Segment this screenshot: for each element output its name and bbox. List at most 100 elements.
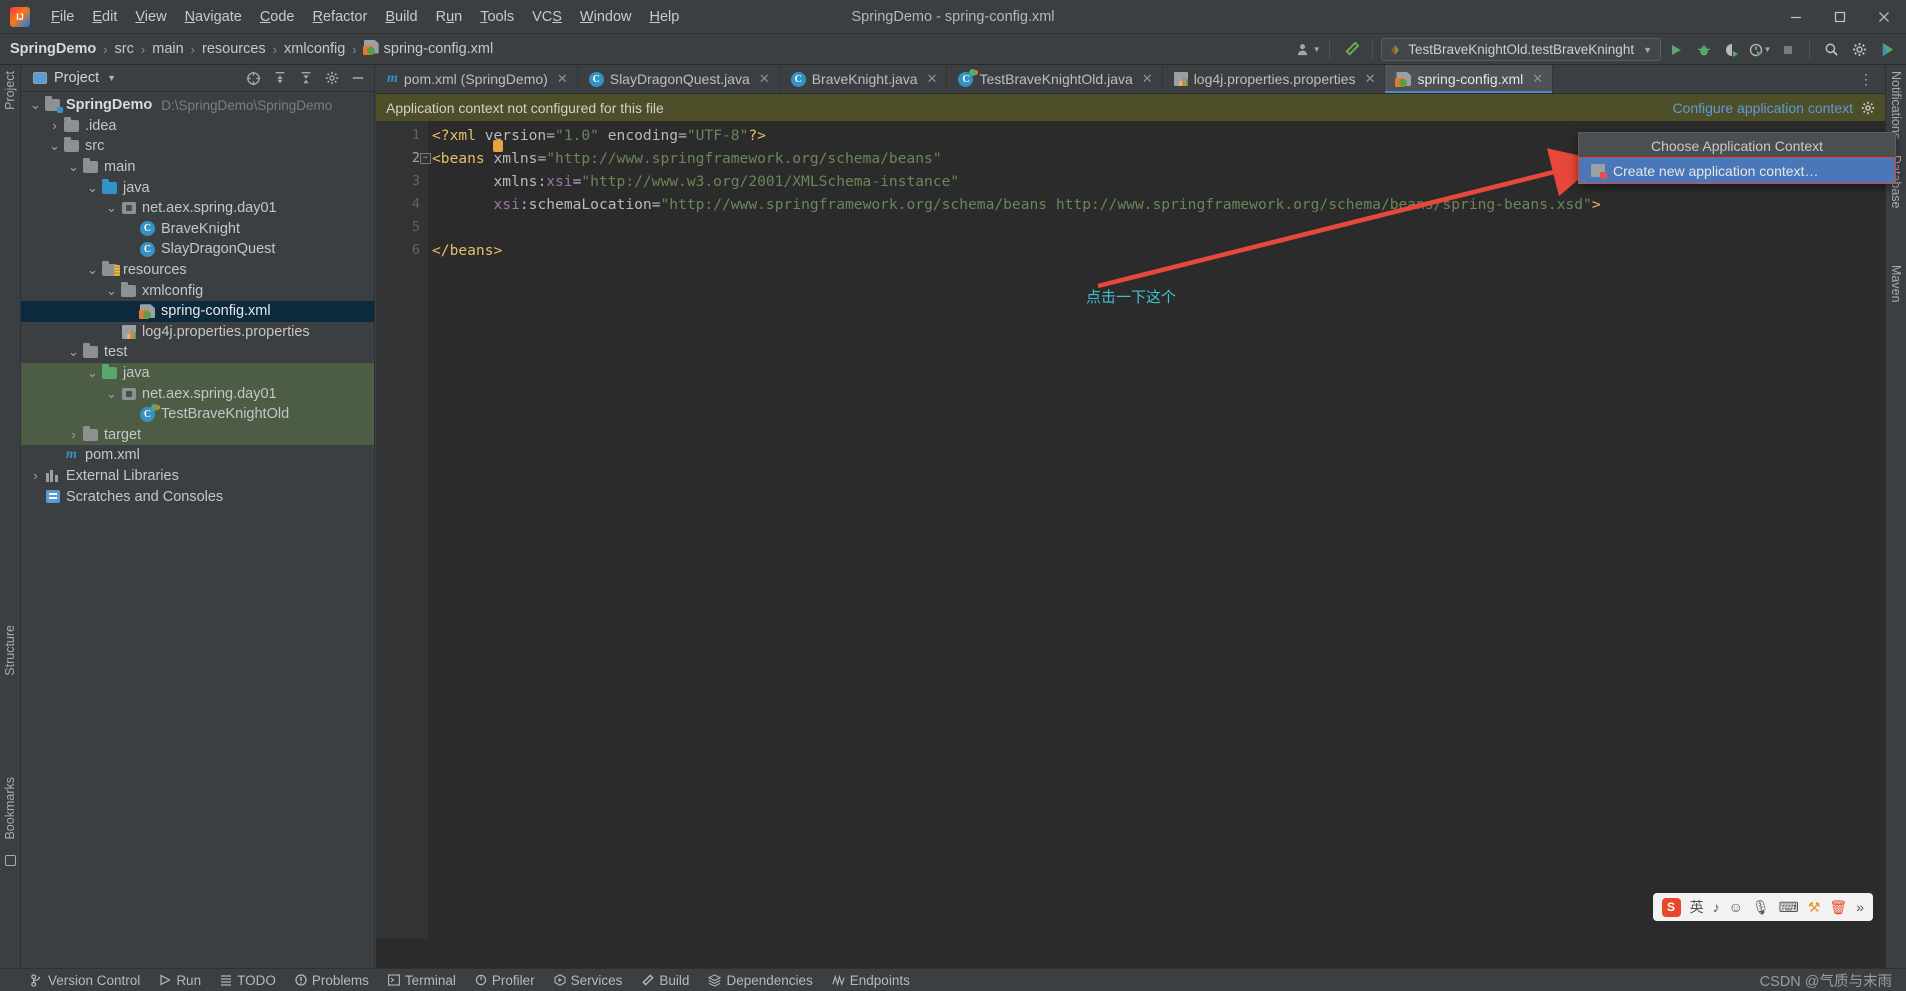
close-tab-icon[interactable]: ✕ xyxy=(759,71,770,87)
chevron-down-icon[interactable]: ⌄ xyxy=(105,201,118,214)
tree-node-external-libraries[interactable]: › External Libraries xyxy=(21,466,374,487)
editor-tab-testbraveknightold-java[interactable]: C TestBraveKnightOld.java ✕ xyxy=(947,65,1163,93)
tree-node-net-aex-spring-day01[interactable]: ⌄ net.aex.spring.day01 xyxy=(21,383,374,404)
application-context-popup[interactable]: Choose Application Context Create new ap… xyxy=(1578,132,1896,184)
menu-view[interactable]: View xyxy=(126,6,175,28)
status-item-terminal[interactable]: Terminal xyxy=(387,973,456,988)
ime-more-icon[interactable]: » xyxy=(1856,899,1864,915)
status-item-problems[interactable]: Problems xyxy=(295,973,369,988)
tree-node-java[interactable]: ⌄ java xyxy=(21,177,374,198)
status-item-todo[interactable]: TODO xyxy=(220,973,276,988)
select-opened-file-icon[interactable] xyxy=(241,66,266,90)
status-item-services[interactable]: Services xyxy=(554,973,622,988)
editor-tab-bar[interactable]: m pom.xml (SpringDemo) ✕ C SlayDragonQuest.j… xyxy=(376,65,1885,94)
menu-edit[interactable]: Edit xyxy=(83,6,126,28)
menu-help[interactable]: Help xyxy=(640,6,688,28)
run-configuration-selector[interactable]: TestBraveKnightOld.testBraveKninght ▼ xyxy=(1381,38,1661,61)
build-hammer-icon[interactable] xyxy=(1338,38,1364,62)
code-fold-icon[interactable]: − xyxy=(420,153,431,164)
settings-gear-icon[interactable] xyxy=(1846,38,1872,62)
rail-item-project[interactable]: Project xyxy=(3,71,17,110)
account-icon[interactable]: ▼ xyxy=(1295,38,1321,62)
hide-panel-icon[interactable] xyxy=(345,66,370,90)
collapse-all-icon[interactable] xyxy=(293,66,318,90)
tree-node-log4j-properties-properties[interactable]: log4j.properties.properties xyxy=(21,322,374,343)
ime-punctuation-icon[interactable]: ♪ xyxy=(1713,899,1720,915)
menu-file[interactable]: File xyxy=(42,6,83,28)
chevron-down-icon[interactable]: ⌄ xyxy=(86,181,99,194)
tree-node-xmlconfig[interactable]: ⌄ xmlconfig xyxy=(21,280,374,301)
breadcrumb-item-xmlconfig[interactable]: xmlconfig xyxy=(284,41,345,57)
breadcrumb-item-resources[interactable]: resources xyxy=(202,41,266,57)
code-line[interactable]: 4 xsi:schemaLocation="http://www.springf… xyxy=(376,193,1885,216)
expand-all-icon[interactable] xyxy=(267,66,292,90)
close-tab-icon[interactable]: ✕ xyxy=(1532,71,1543,87)
updates-icon[interactable] xyxy=(1874,38,1900,62)
tree-node-spring-config-xml[interactable]: spring-config.xml xyxy=(21,300,374,322)
status-item-run[interactable]: Run xyxy=(159,973,201,988)
tree-node-springdemo[interactable]: ⌄ SpringDemo D:\SpringDemo\SpringDemo xyxy=(21,95,374,116)
status-item-dependencies[interactable]: Dependencies xyxy=(708,973,813,988)
ime-language-label[interactable]: 英 xyxy=(1690,897,1704,917)
minimize-button[interactable] xyxy=(1774,0,1818,34)
breadcrumb-item-project[interactable]: SpringDemo xyxy=(10,41,96,57)
code-line[interactable]: 5 xyxy=(376,216,1885,239)
editor-tab-log4j-properties-properties[interactable]: log4j.properties.properties ✕ xyxy=(1163,65,1386,93)
run-button[interactable] xyxy=(1663,38,1689,62)
profiler-button[interactable]: ▼ xyxy=(1747,38,1773,62)
status-item-endpoints[interactable]: Endpoints xyxy=(832,973,910,988)
editor-tab-braveknight-java[interactable]: C BraveKnight.java ✕ xyxy=(780,65,948,93)
notification-actions[interactable]: Configure application context xyxy=(1672,100,1875,116)
project-settings-gear-icon[interactable] xyxy=(319,66,344,90)
menu-navigate[interactable]: Navigate xyxy=(176,6,251,28)
rail-item-structure[interactable]: Structure xyxy=(3,625,17,676)
code-line[interactable]: 6 </beans> xyxy=(376,239,1885,262)
close-tab-icon[interactable]: ✕ xyxy=(557,71,568,87)
menu-window[interactable]: Window xyxy=(571,6,641,28)
tree-node-testbraveknightold[interactable]: C TestBraveKnightOld xyxy=(21,403,374,425)
search-everywhere-icon[interactable] xyxy=(1818,38,1844,62)
code-content[interactable]: 1 <?xml version="1.0" encoding="UTF-8"?> 2… xyxy=(376,121,1885,939)
maximize-button[interactable] xyxy=(1818,0,1862,34)
notification-settings-gear-icon[interactable] xyxy=(1861,101,1875,115)
editor-tab-pom-xml-springdemo[interactable]: m pom.xml (SpringDemo) ✕ xyxy=(376,65,578,93)
tree-node-scratches-and-consoles[interactable]: Scratches and Consoles xyxy=(21,486,374,507)
menu-tools[interactable]: Tools xyxy=(471,6,523,28)
breadcrumb-item-src[interactable]: src xyxy=(115,41,134,57)
tree-node-resources[interactable]: ⌄ resources xyxy=(21,260,374,281)
tree-node-slaydragonquest[interactable]: C SlayDragonQuest xyxy=(21,239,374,260)
rail-item-notifications[interactable]: Notifications xyxy=(1889,71,1903,139)
configure-application-context-link[interactable]: Configure application context xyxy=(1672,100,1853,116)
debug-button[interactable] xyxy=(1691,38,1717,62)
menu-refactor[interactable]: Refactor xyxy=(304,6,377,28)
tree-node-pom-xml[interactable]: m pom.xml xyxy=(21,445,374,466)
tree-node-net-aex-spring-day01[interactable]: ⌄ net.aex.spring.day01 xyxy=(21,198,374,219)
editor-tab-spring-config-xml[interactable]: spring-config.xml ✕ xyxy=(1385,65,1554,93)
more-tabs-icon[interactable]: ⋮ xyxy=(1853,67,1879,91)
editor-tab-slaydragonquest-java[interactable]: C SlayDragonQuest.java ✕ xyxy=(578,65,780,93)
status-bar[interactable]: Version Control Run TODO Problems Termin… xyxy=(0,968,1906,991)
chevron-down-icon[interactable]: ⌄ xyxy=(105,387,118,400)
window-controls[interactable] xyxy=(1774,0,1906,34)
status-item-build[interactable]: Build xyxy=(641,973,689,988)
code-editor[interactable]: 1 <?xml version="1.0" encoding="UTF-8"?> 2… xyxy=(376,121,1885,939)
close-button[interactable] xyxy=(1862,0,1906,34)
ime-toolbar[interactable]: S 英 ♪ ☺ 🎙 ⌨ ⚒ 🗑 » xyxy=(1652,893,1873,921)
menu-run[interactable]: Run xyxy=(427,6,472,28)
chevron-down-icon[interactable]: ⌄ xyxy=(86,366,99,379)
tree-node-src[interactable]: ⌄ src xyxy=(21,136,374,157)
run-with-coverage-button[interactable] xyxy=(1719,38,1745,62)
tree-node-test[interactable]: ⌄ test xyxy=(21,342,374,363)
ime-toolbox-icon[interactable]: ⚒ xyxy=(1808,899,1821,916)
chevron-right-icon[interactable]: › xyxy=(67,427,80,442)
chevron-down-icon[interactable]: ⌄ xyxy=(67,345,80,358)
chevron-right-icon[interactable]: › xyxy=(29,468,42,483)
ime-voice-icon[interactable]: 🎙 xyxy=(1752,899,1770,916)
status-item-profiler[interactable]: Profiler xyxy=(475,973,535,988)
chevron-down-icon[interactable]: ⌄ xyxy=(86,263,99,276)
tree-node-braveknight[interactable]: C BraveKnight xyxy=(21,219,374,240)
breadcrumb-item-main[interactable]: main xyxy=(152,41,183,57)
menu-code[interactable]: Code xyxy=(251,6,304,28)
chevron-down-icon[interactable]: ⌄ xyxy=(67,160,80,173)
tree-node-idea[interactable]: › .idea xyxy=(21,116,374,137)
